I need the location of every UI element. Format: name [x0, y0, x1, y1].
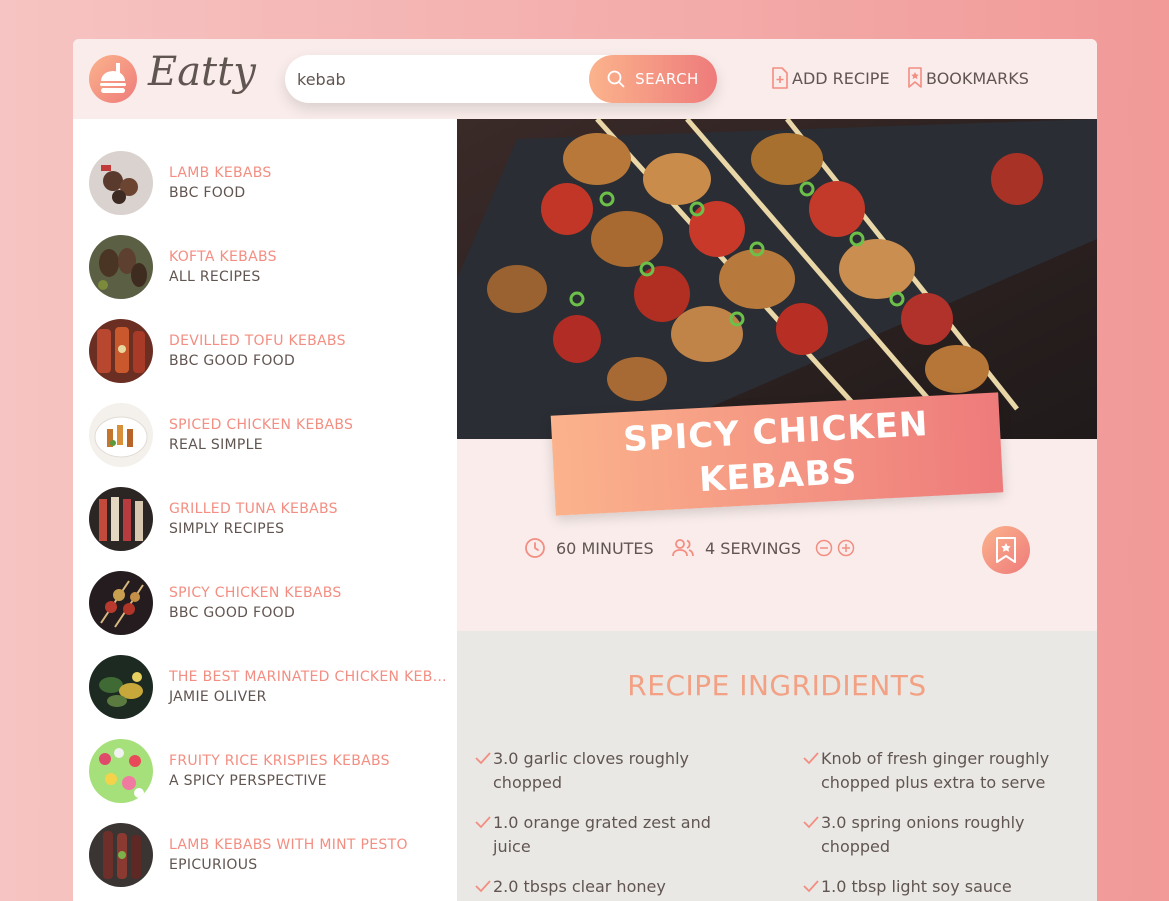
- check-icon: [475, 752, 491, 765]
- search-result-item[interactable]: LAMB KEBABS BBC FOOD: [89, 151, 449, 215]
- search-result-item[interactable]: SPICED CHICKEN KEBABS REAL SIMPLE: [89, 403, 449, 467]
- bookmarks-button[interactable]: BOOKMARKS: [907, 63, 1029, 93]
- ingredient-item: 1.0 tbsp light soy sauce: [801, 875, 1061, 899]
- add-recipe-button[interactable]: ADD RECIPE: [771, 63, 890, 93]
- result-publisher: SIMPLY RECIPES: [169, 521, 285, 537]
- ingredient-item: 2.0 tbsps clear honey: [473, 875, 733, 899]
- result-publisher: BBC GOOD FOOD: [169, 353, 296, 369]
- result-thumbnail: [89, 319, 153, 383]
- recipe-image: [457, 119, 1097, 439]
- cooking-time: 60 MINUTES: [524, 537, 654, 559]
- search-result-item[interactable]: FRUITY RICE KRISPIES KEBABS A SPICY PERSP…: [89, 739, 449, 803]
- ingredient-text: 1.0 orange grated zest and juice: [493, 813, 711, 856]
- plus-circle-icon[interactable]: [837, 539, 855, 557]
- minutes-value: 60: [556, 538, 577, 558]
- clock-icon: [525, 538, 545, 558]
- brand-name[interactable]: Eatty: [148, 49, 256, 95]
- result-publisher: BBC FOOD: [169, 185, 246, 201]
- search-result-item[interactable]: LAMB KEBABS WITH MINT PESTO EPICURIOUS: [89, 823, 449, 887]
- result-publisher: JAMIE OLIVER: [169, 689, 267, 705]
- search-result-item[interactable]: DEVILLED TOFU KEBABS BBC GOOD FOOD: [89, 319, 449, 383]
- result-publisher: ALL RECIPES: [169, 269, 261, 285]
- result-title: SPICY CHICKEN KEBABS: [169, 585, 342, 601]
- bookmark-recipe-button[interactable]: [982, 526, 1030, 574]
- result-thumbnail: [89, 739, 153, 803]
- check-icon: [475, 880, 491, 893]
- search-button[interactable]: SEARCH: [589, 55, 717, 103]
- result-thumbnail: [89, 655, 153, 719]
- result-thumbnail: [89, 151, 153, 215]
- result-title: LAMB KEBABS: [169, 165, 272, 181]
- ingredient-item: 3.0 garlic cloves roughly chopped: [473, 747, 733, 795]
- check-icon: [475, 816, 491, 829]
- add-recipe-label: ADD RECIPE: [792, 68, 890, 88]
- search-bar: SEARCH: [285, 55, 717, 103]
- recipe-view: SPICY CHICKEN KEBABS 60 MINUTES 4 SERVIN…: [457, 119, 1097, 901]
- result-title: GRILLED TUNA KEBABS: [169, 501, 338, 517]
- users-icon: [672, 539, 694, 557]
- ingredient-item: Knob of fresh ginger roughly chopped plu…: [801, 747, 1061, 795]
- result-title: LAMB KEBABS WITH MINT PESTO: [169, 837, 408, 853]
- result-publisher: REAL SIMPLE: [169, 437, 263, 453]
- servings: 4 SERVINGS: [671, 537, 855, 559]
- search-input[interactable]: [297, 55, 587, 103]
- ingredient-text: 3.0 spring onions roughly chopped: [821, 813, 1025, 856]
- recipe-title: SPICY CHICKEN KEBABS: [622, 404, 930, 501]
- app-container: Eatty SEARCH ADD RECIPE: [73, 39, 1097, 901]
- search-result-item[interactable]: KOFTA KEBABS ALL RECIPES: [89, 235, 449, 299]
- result-title: SPICED CHICKEN KEBABS: [169, 417, 354, 433]
- result-thumbnail: [89, 571, 153, 635]
- check-icon: [803, 816, 819, 829]
- check-icon: [803, 880, 819, 893]
- result-publisher: BBC GOOD FOOD: [169, 605, 296, 621]
- ingredient-item: 1.0 orange grated zest and juice: [473, 811, 733, 859]
- file-plus-icon: [772, 67, 788, 89]
- result-thumbnail: [89, 403, 153, 467]
- ingredient-text: Knob of fresh ginger roughly chopped plu…: [821, 749, 1050, 792]
- search-result-item[interactable]: GRILLED TUNA KEBABS SIMPLY RECIPES: [89, 487, 449, 551]
- ingredient-item: 3.0 spring onions roughly chopped: [801, 811, 1061, 859]
- result-thumbnail: [89, 235, 153, 299]
- minutes-label: MINUTES: [581, 538, 654, 558]
- result-title: THE BEST MARINATED CHICKEN KEBA...: [169, 669, 449, 685]
- bookmarks-label: BOOKMARKS: [926, 68, 1029, 88]
- search-icon: [607, 70, 625, 88]
- ingredient-text: 3.0 garlic cloves roughly chopped: [493, 749, 689, 792]
- check-icon: [803, 752, 819, 765]
- header: Eatty SEARCH ADD RECIPE: [73, 39, 1097, 119]
- ingredient-text: 2.0 tbsps clear honey: [493, 877, 666, 896]
- search-results: LAMB KEBABS BBC FOOD KOFTA KEBABS ALL RECI…: [73, 119, 457, 901]
- result-publisher: A SPICY PERSPECTIVE: [169, 773, 327, 789]
- result-title: FRUITY RICE KRISPIES KEBABS: [169, 753, 390, 769]
- recipe-details: 60 MINUTES 4 SERVINGS: [457, 519, 1097, 583]
- search-result-item[interactable]: SPICY CHICKEN KEBABS BBC GOOD FOOD: [89, 571, 449, 635]
- ingredients-section: RECIPE INGRIDIENTS 3.0 garlic cloves rou…: [457, 631, 1097, 901]
- search-result-item[interactable]: THE BEST MARINATED CHICKEN KEBA... JAMIE …: [89, 655, 449, 719]
- servings-value: 4: [705, 538, 716, 558]
- bookmark-icon: [996, 537, 1016, 563]
- result-title: DEVILLED TOFU KEBABS: [169, 333, 346, 349]
- result-thumbnail: [89, 823, 153, 887]
- result-thumbnail: [89, 487, 153, 551]
- search-button-label: SEARCH: [635, 70, 699, 88]
- ingredient-text: 1.0 tbsp light soy sauce: [821, 877, 1012, 896]
- ingredients-heading: RECIPE INGRIDIENTS: [627, 669, 927, 702]
- minus-circle-icon[interactable]: [815, 539, 833, 557]
- bookmark-icon: [908, 67, 922, 88]
- servings-label: SERVINGS: [720, 538, 801, 558]
- burger-icon[interactable]: [89, 55, 137, 103]
- result-publisher: EPICURIOUS: [169, 857, 258, 873]
- result-title: KOFTA KEBABS: [169, 249, 277, 265]
